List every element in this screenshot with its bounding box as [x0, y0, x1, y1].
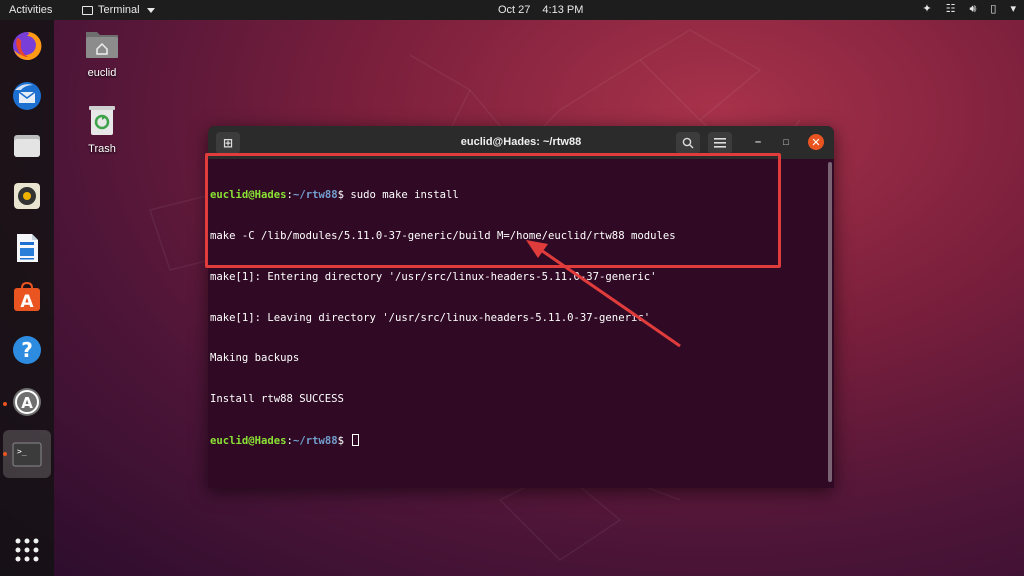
- home-folder-icon: [72, 28, 132, 63]
- prompt-path: ~/rtw88: [292, 434, 338, 447]
- desktop-home-folder[interactable]: euclid: [72, 28, 132, 79]
- svg-text:A: A: [21, 394, 33, 412]
- minimize-button[interactable]: –: [750, 134, 766, 150]
- hamburger-menu-button[interactable]: [708, 132, 732, 154]
- desktop-home-label: euclid: [87, 67, 117, 79]
- running-indicator: [3, 452, 7, 456]
- software-updater-launcher[interactable]: A: [9, 384, 45, 420]
- app-menu-label: Terminal: [98, 4, 140, 16]
- window-title: euclid@Hades: ~/rtw88: [460, 136, 582, 148]
- prompt-user: euclid@Hades: [210, 434, 287, 447]
- search-button[interactable]: [676, 132, 700, 154]
- files-icon: [14, 135, 40, 157]
- trash-icon: [72, 104, 132, 139]
- clock-time: 4:13 PM: [542, 4, 584, 16]
- close-button[interactable]: ✕: [808, 134, 824, 150]
- terminal-mini-icon: [82, 5, 93, 15]
- svg-text:?: ?: [21, 338, 33, 362]
- search-icon: [682, 137, 694, 149]
- hamburger-icon: [714, 138, 726, 148]
- firefox-launcher[interactable]: [9, 28, 45, 64]
- terminal-launcher[interactable]: >_: [9, 436, 45, 472]
- firefox-icon: [13, 31, 42, 60]
- writer-icon: [17, 234, 38, 262]
- scrollbar[interactable]: [828, 162, 832, 482]
- dock: A ? A >_: [0, 20, 54, 576]
- prompt-line: euclid@Hades:~/rtw88$: [210, 433, 828, 448]
- power-menu-icon[interactable]: ▾: [1010, 3, 1016, 16]
- app-menu[interactable]: Terminal: [82, 4, 155, 16]
- slack-icon[interactable]: ✦: [922, 3, 931, 16]
- output-line: make[1]: Entering directory '/usr/src/li…: [210, 270, 657, 283]
- help-icon: ?: [13, 336, 41, 364]
- clock-date: Oct 27: [498, 4, 531, 16]
- svg-text:A: A: [20, 292, 34, 312]
- annotation-highlight-box: [205, 153, 781, 268]
- close-icon: ✕: [811, 136, 821, 149]
- show-apps-icon: [15, 538, 39, 562]
- svg-text:>_: >_: [17, 447, 27, 456]
- rhythmbox-icon: [14, 183, 40, 209]
- output-line: Making backups: [210, 352, 300, 365]
- thunderbird-launcher[interactable]: [9, 78, 45, 114]
- software-updater-icon: A: [13, 388, 41, 416]
- minimize-icon: –: [754, 136, 762, 148]
- software-launcher[interactable]: A: [9, 280, 45, 316]
- maximize-button[interactable]: □: [778, 134, 794, 150]
- thunderbird-icon: [13, 82, 41, 110]
- terminal-icon: >_: [12, 442, 42, 467]
- desktop-trash-label: Trash: [88, 143, 116, 155]
- volume-icon[interactable]: 🔊︎: [969, 3, 976, 16]
- maximize-icon: □: [783, 137, 789, 147]
- top-bar: Activities Terminal Oct 27 4:13 PM ✦ ☷ 🔊…: [0, 0, 1024, 20]
- writer-launcher[interactable]: [9, 230, 45, 266]
- rhythmbox-launcher[interactable]: [9, 178, 45, 214]
- network-icon[interactable]: ☷: [946, 3, 956, 16]
- help-launcher[interactable]: ?: [9, 332, 45, 368]
- system-tray[interactable]: ✦ ☷ 🔊︎ ▯ ▾: [922, 3, 1016, 16]
- files-launcher[interactable]: [9, 128, 45, 164]
- desktop-trash[interactable]: Trash: [72, 104, 132, 155]
- chevron-down-icon: [146, 7, 155, 13]
- show-applications-button[interactable]: [9, 532, 45, 568]
- text-cursor: [352, 433, 360, 446]
- output-line: Install rtw88 SUCCESS: [210, 393, 344, 406]
- software-icon: A: [14, 282, 40, 312]
- clock[interactable]: Oct 27 4:13 PM: [498, 4, 583, 16]
- activities-button[interactable]: Activities: [9, 4, 52, 16]
- output-line: make[1]: Leaving directory '/usr/src/lin…: [210, 311, 651, 324]
- battery-icon[interactable]: ▯: [990, 3, 996, 16]
- running-indicator: [3, 402, 7, 406]
